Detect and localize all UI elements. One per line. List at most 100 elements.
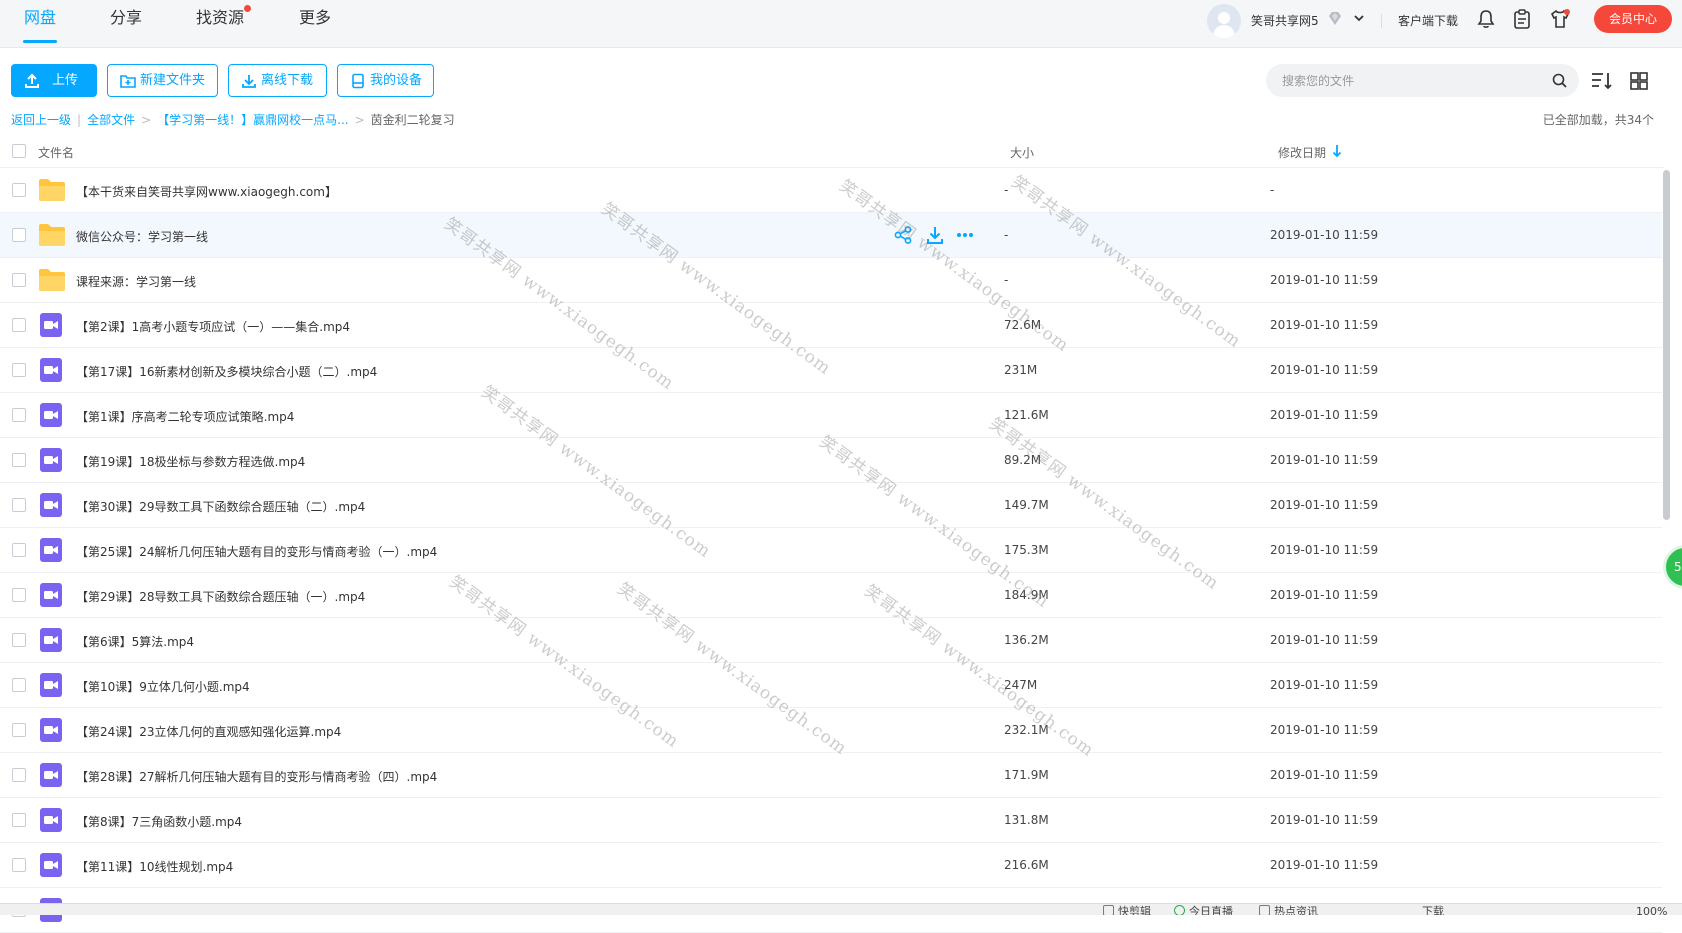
breadcrumb-separator: >: [354, 113, 365, 127]
row-checkbox[interactable]: [12, 498, 26, 512]
grid-view-icon[interactable]: [1627, 69, 1651, 93]
username[interactable]: 笑哥共享网5: [1251, 12, 1319, 29]
row-checkbox[interactable]: [12, 858, 26, 872]
row-checkbox[interactable]: [12, 273, 26, 287]
row-checkbox[interactable]: [12, 678, 26, 692]
video-file-icon: [40, 313, 62, 337]
new-folder-icon: [120, 75, 136, 88]
avatar[interactable]: [1207, 4, 1241, 38]
nav-tab-label: 网盘: [24, 8, 57, 27]
breadcrumb-back[interactable]: 返回上一级: [11, 113, 71, 127]
file-name[interactable]: 课程来源：学习第一线: [76, 273, 196, 290]
row-checkbox[interactable]: [12, 813, 26, 827]
my-devices-button[interactable]: 我的设备: [337, 64, 434, 97]
row-checkbox[interactable]: [12, 318, 26, 332]
breadcrumb-parent[interactable]: 【学习第一线！】赢鼎网校一点马...: [157, 113, 348, 127]
scrollbar-thumb[interactable]: [1663, 170, 1670, 520]
file-name[interactable]: 【第1课】序高考二轮专项应试策略.mp4: [76, 408, 294, 425]
status-zoom[interactable]: 100%: [1636, 905, 1667, 915]
vip-center-button[interactable]: 会员中心: [1594, 5, 1672, 33]
more-icon[interactable]: [955, 225, 975, 245]
bell-icon[interactable]: [1475, 8, 1497, 30]
sort-icon[interactable]: [1590, 69, 1614, 93]
file-name[interactable]: 【第30课】29导数工具下函数综合题压轴（二）.mp4: [76, 498, 365, 515]
load-status: 已全部加载，共34个: [1542, 113, 1654, 127]
active-tab-underline: [23, 40, 58, 43]
status-download[interactable]: 下载: [1422, 905, 1444, 915]
table-row[interactable]: 【第2课】1高考小题专项应试（一）——集合.mp4 72.6M 2019-01-10…: [0, 303, 1662, 348]
file-name[interactable]: 【本干货来自笑哥共享网www.xiaogegh.com】: [76, 183, 337, 200]
file-size: -: [1004, 183, 1009, 197]
chevron-down-icon[interactable]: [1352, 11, 1366, 25]
table-row[interactable]: 【第6课】5算法.mp4 136.2M 2019-01-10 11:59: [0, 618, 1662, 663]
client-download-link[interactable]: 客户端下载: [1398, 12, 1458, 29]
table-row[interactable]: 【第8课】7三角函数小题.mp4 131.8M 2019-01-10 11:59: [0, 798, 1662, 843]
status-item-label: 下载: [1422, 905, 1444, 915]
row-checkbox[interactable]: [12, 543, 26, 557]
file-name[interactable]: 【第28课】27解析几何压轴大题有目的变形与情商考验（四）.mp4: [76, 768, 437, 785]
table-row[interactable]: 【第11课】10线性规划.mp4 216.6M 2019-01-10 11:59: [0, 843, 1662, 888]
status-news[interactable]: 热点资讯: [1259, 905, 1318, 915]
new-folder-button[interactable]: 新建文件夹: [107, 64, 218, 97]
breadcrumb-current: 茵金利二轮复习: [370, 113, 455, 127]
table-row[interactable]: 【第25课】24解析几何压轴大题有目的变形与情商考验（一）.mp4 175.3M 2…: [0, 528, 1662, 573]
table-row[interactable]: 课程来源：学习第一线 -2019-01-10 11:59: [0, 258, 1662, 303]
file-date: 2019-01-10 11:59: [1270, 813, 1379, 827]
search-input[interactable]: [1280, 64, 1540, 97]
file-size: 216.6M: [1004, 858, 1049, 872]
column-header-size[interactable]: 大小: [1010, 144, 1034, 161]
table-row[interactable]: 微信公众号：学习第一线 - 2019-01-10 11:59: [0, 213, 1662, 258]
column-header-name[interactable]: 文件名: [38, 144, 74, 161]
notification-dot: [244, 5, 252, 12]
my-devices-label: 我的设备: [370, 73, 423, 88]
table-row[interactable]: 【第28课】27解析几何压轴大题有目的变形与情商考验（四）.mp4 171.9M 2…: [0, 753, 1662, 798]
nav-tab-netdisk[interactable]: 网盘: [23, 8, 58, 43]
clipboard-icon[interactable]: [1511, 8, 1533, 30]
table-row[interactable]: 【第30课】29导数工具下函数综合题压轴（二）.mp4 149.7M 2019-01…: [0, 483, 1662, 528]
status-item-label: 快剪辑: [1118, 905, 1151, 915]
row-checkbox[interactable]: [12, 453, 26, 467]
file-date: 2019-01-10 11:59: [1270, 768, 1379, 782]
row-checkbox[interactable]: [12, 768, 26, 782]
file-name[interactable]: 【第10课】9立体几何小题.mp4: [76, 678, 250, 695]
status-live[interactable]: 今日直播: [1174, 905, 1233, 915]
file-name[interactable]: 【第6课】5算法.mp4: [76, 633, 194, 650]
row-checkbox[interactable]: [12, 228, 26, 242]
sort-desc-arrow-icon[interactable]: [1332, 144, 1342, 158]
file-name[interactable]: 【第8课】7三角函数小题.mp4: [76, 813, 242, 830]
file-size: 131.8M: [1004, 813, 1049, 827]
file-name[interactable]: 微信公众号：学习第一线: [76, 228, 208, 245]
file-name[interactable]: 【第19课】18极坐标与参数方程选做.mp4: [76, 453, 305, 470]
file-name[interactable]: 【第11课】10线性规划.mp4: [76, 858, 233, 875]
table-row[interactable]: 【本干货来自笑哥共享网www.xiaogegh.com】 - -: [0, 168, 1662, 213]
select-all-checkbox[interactable]: [12, 144, 26, 158]
file-name[interactable]: 【第2课】1高考小题专项应试（一）——集合.mp4: [76, 318, 350, 335]
tshirt-icon[interactable]: [1549, 8, 1571, 30]
new-folder-label: 新建文件夹: [140, 73, 206, 88]
file-name[interactable]: 【第17课】16新素材创新及多模块综合小题（二）.mp4: [76, 363, 377, 380]
status-quick-edit[interactable]: 快剪辑: [1103, 905, 1151, 915]
row-checkbox[interactable]: [12, 363, 26, 377]
file-name[interactable]: 【第24课】23立体几何的直观感知强化运算.mp4: [76, 723, 341, 740]
table-row[interactable]: 【第29课】28导数工具下函数综合题压轴（一）.mp4 184.9M 2019-01…: [0, 573, 1662, 618]
row-checkbox[interactable]: [12, 633, 26, 647]
file-name[interactable]: 【第25课】24解析几何压轴大题有目的变形与情商考验（一）.mp4: [76, 543, 437, 560]
nav-tab-label: 更多: [299, 8, 332, 27]
file-name[interactable]: 【第29课】28导数工具下函数综合题压轴（一）.mp4: [76, 588, 365, 605]
table-row[interactable]: 【第10课】9立体几何小题.mp4 247M 2019-01-10 11:59: [0, 663, 1662, 708]
nav-tab-more[interactable]: 更多: [299, 8, 331, 40]
row-checkbox[interactable]: [12, 588, 26, 602]
row-checkbox[interactable]: [12, 183, 26, 197]
row-checkbox[interactable]: [12, 723, 26, 737]
status-item-label: 热点资讯: [1274, 905, 1318, 915]
column-header-modified[interactable]: 修改日期: [1278, 144, 1326, 161]
nav-tab-share[interactable]: 分享: [110, 8, 142, 40]
nav-tab-find-resources[interactable]: 找资源: [196, 5, 252, 40]
offline-download-button[interactable]: 离线下载: [228, 64, 327, 97]
play-icon: [1174, 905, 1185, 915]
search-icon[interactable]: [1552, 73, 1567, 88]
row-checkbox[interactable]: [12, 408, 26, 422]
file-date: 2019-01-10 11:59: [1270, 723, 1379, 737]
upload-button[interactable]: 上传: [11, 64, 97, 97]
breadcrumb-all-files[interactable]: 全部文件: [87, 113, 135, 127]
